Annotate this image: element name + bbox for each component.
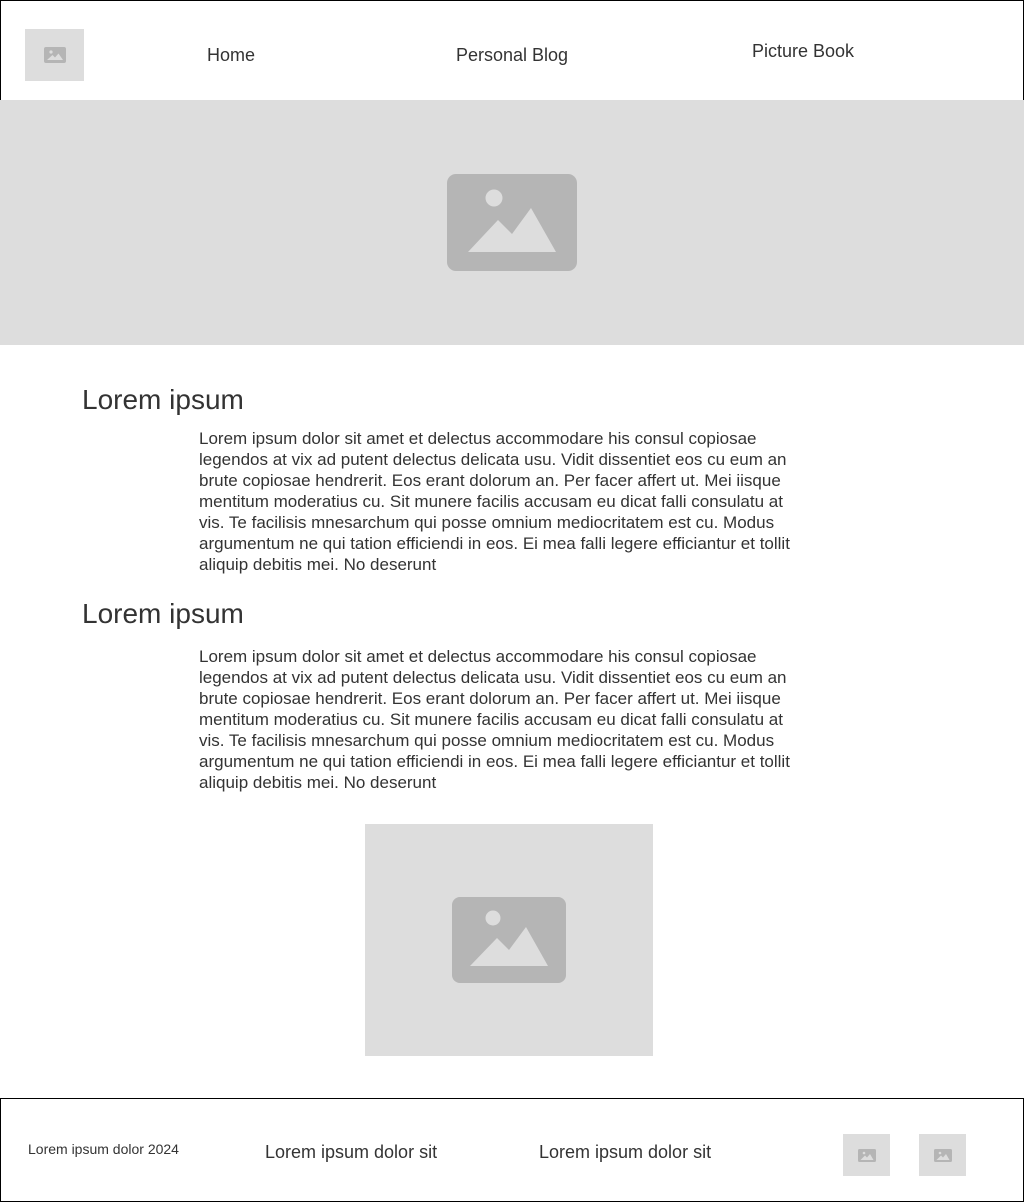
content-image <box>365 824 653 1056</box>
footer-copyright: Lorem ipsum dolor 2024 <box>28 1141 179 1157</box>
hero-image <box>0 100 1024 345</box>
nav-picture-book[interactable]: Picture Book <box>752 41 854 62</box>
section-body: Lorem ipsum dolor sit amet et delectus a… <box>199 429 790 574</box>
nav-personal-blog[interactable]: Personal Blog <box>456 45 568 66</box>
image-placeholder-icon <box>447 174 577 271</box>
section-heading: Lorem ipsum <box>82 384 244 415</box>
image-placeholder-icon <box>857 1148 876 1162</box>
footer-link[interactable]: Lorem ipsum dolor sit <box>539 1142 711 1163</box>
section-body: Lorem ipsum dolor sit amet et delectus a… <box>199 647 790 792</box>
footer-link[interactable]: Lorem ipsum dolor sit <box>265 1142 437 1163</box>
section-heading: Lorem ipsum <box>82 598 244 629</box>
logo[interactable] <box>25 29 84 81</box>
image-placeholder-icon <box>43 47 66 63</box>
image-placeholder-icon <box>452 897 566 983</box>
site-footer: Lorem ipsum dolor 2024 Lorem ipsum dolor… <box>0 1098 1024 1202</box>
image-placeholder-icon <box>933 1148 952 1162</box>
social-link[interactable] <box>919 1134 966 1176</box>
nav-home[interactable]: Home <box>207 45 255 66</box>
site-header: Home Personal Blog Picture Book <box>0 0 1024 100</box>
social-link[interactable] <box>843 1134 890 1176</box>
